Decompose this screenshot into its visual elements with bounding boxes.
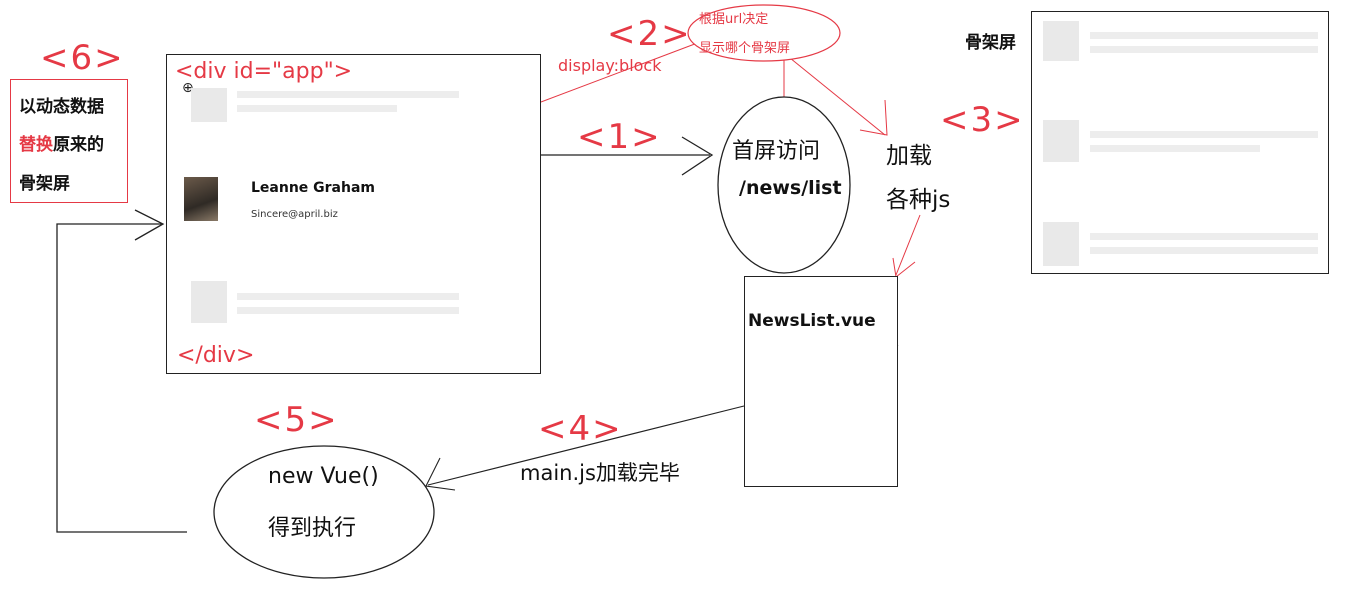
arrow-head-app-return (134, 209, 165, 241)
skeleton-avatar (1043, 21, 1079, 61)
skeleton-line (237, 91, 459, 98)
replace-line-2: 替换原来的 (19, 130, 104, 155)
load-js-line-1: 加载 (886, 143, 932, 169)
first-visit-path: /news/list (739, 177, 842, 199)
step-2-label: <2> (607, 14, 692, 54)
skeleton-line (237, 105, 397, 112)
user-avatar (184, 177, 218, 221)
skeleton-line (237, 307, 459, 314)
replace-line-1: 以动态数据 (19, 97, 104, 117)
skeleton-avatar (191, 88, 227, 122)
user-name: Leanne Graham (251, 180, 376, 196)
mainjs-loaded-label: main.js加载完毕 (520, 461, 680, 485)
arrow-load-to-newslist (895, 214, 921, 276)
arrow-head-vue (425, 457, 456, 491)
replace-keyword: 替换 (19, 135, 53, 155)
skeleton-screen-title: 骨架屏 (965, 33, 1016, 53)
skeleton-line (1090, 32, 1318, 39)
new-vue-label: new Vue() (268, 464, 379, 489)
step-1-label: <1> (577, 117, 662, 157)
load-js-line-2: 各种js (886, 187, 951, 213)
decide-bubble-line-1: 根据url决定 (699, 12, 769, 27)
arrow-head-visit (681, 136, 714, 176)
replace-data-box: 以动态数据 替换原来的 骨架屏 (10, 79, 128, 203)
bubble-to-load-line (789, 57, 886, 136)
step-4-label: <4> (538, 409, 623, 449)
newslist-vue-title: NewsList.vue (748, 311, 876, 331)
newslist-vue-box: NewsList.vue (744, 276, 898, 487)
step-6-label: <6> (40, 38, 125, 78)
vue-executed-label: 得到执行 (268, 516, 357, 541)
skeleton-line (1090, 131, 1318, 138)
decide-bubble-line-2: 显示哪个骨架屏 (699, 41, 791, 56)
replace-line-3: 骨架屏 (19, 174, 70, 194)
skeleton-line (1090, 233, 1318, 240)
skeleton-line (1090, 145, 1260, 152)
user-email: Sincere@april.biz (251, 209, 338, 220)
skeleton-avatar (1043, 120, 1079, 162)
step-3-label: <3> (940, 100, 1025, 140)
app-open-tag: <div id="app"> (175, 59, 353, 84)
display-block-label: display:block (558, 56, 662, 75)
skeleton-screen-box (1031, 11, 1329, 274)
app-container-box: <div id="app"> ⊕ Leanne Graham Sincere@a… (166, 54, 541, 374)
step-5-label: <5> (254, 400, 339, 440)
skeleton-line (1090, 247, 1318, 254)
replace-line-2-rest: 原来的 (53, 135, 104, 155)
first-visit-title: 首屏访问 (732, 139, 821, 164)
skeleton-line (1090, 46, 1318, 53)
app-close-tag: </div> (177, 343, 255, 368)
skeleton-avatar (1043, 222, 1079, 266)
skeleton-avatar (191, 281, 227, 323)
skeleton-line (237, 293, 459, 300)
